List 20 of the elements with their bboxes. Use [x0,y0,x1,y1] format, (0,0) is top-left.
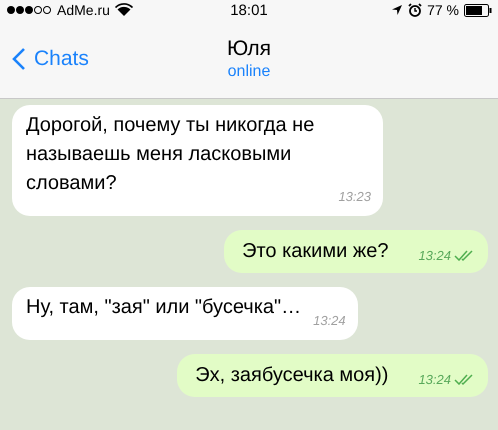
contact-status: online [228,63,270,81]
battery-icon [464,4,492,16]
alarm-clock-icon [408,3,422,17]
message-time: 13:24 [418,372,451,388]
message-text: Дорогой, почему ты никогда не называешь меня ласковыми словами? [26,114,314,194]
chevron-left-icon [12,47,26,71]
message-text: Ну, там, "зая" или "бусечка"… [26,296,302,318]
back-button[interactable]: Chats [8,43,128,75]
message-text: Эх, заябусечка моя)) [195,363,388,388]
message-text: Это какими же? [242,239,388,264]
contact-name: Юля [227,37,271,61]
signal-icon [6,5,52,15]
battery-percent: 77 % [427,2,459,18]
clock-time: 18:01 [230,2,268,18]
wifi-icon [114,3,133,17]
location-arrow-icon [391,4,404,16]
message-time: 13:24 [418,248,451,264]
carrier-name: AdMe.ru [57,2,110,18]
message-time: 13:23 [338,189,371,204]
message-time: 13:24 [313,313,346,328]
